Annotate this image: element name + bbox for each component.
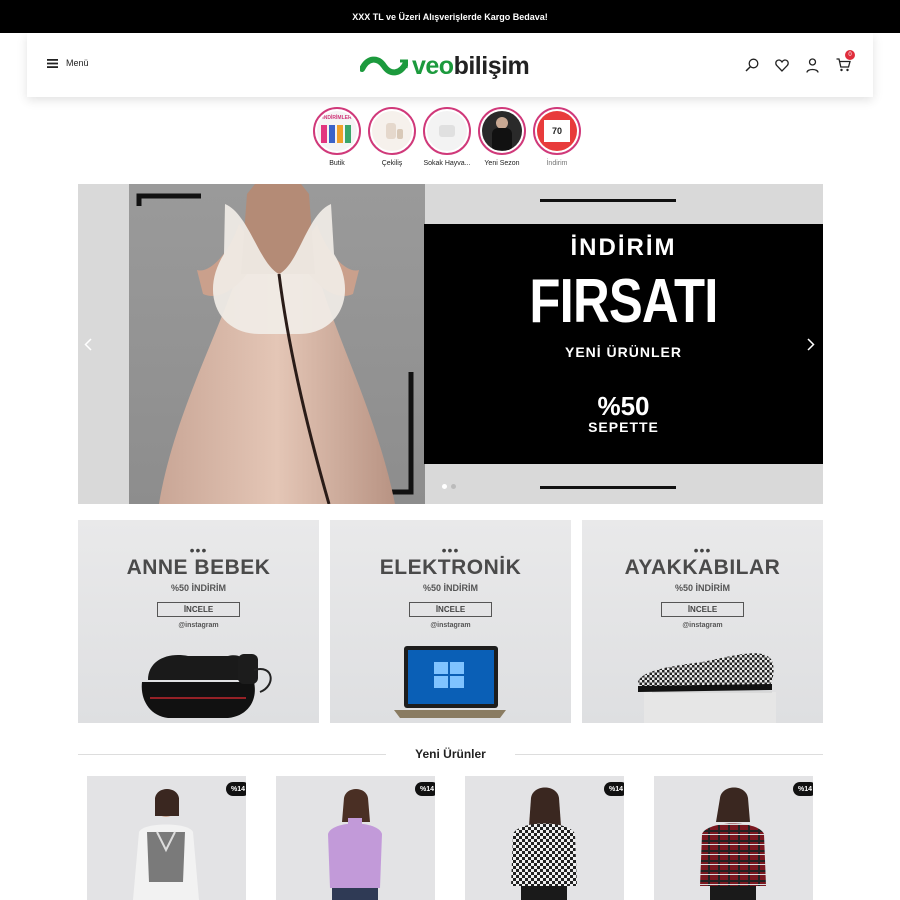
heart-icon [775,58,789,72]
laptop-image [394,646,506,718]
announcement-bar: XXX TL ve Üzeri Alışverişlerde Kargo Bed… [0,0,900,33]
slider-next-button[interactable] [803,334,819,354]
hero-line3: YENİ ÜRÜNLER [564,344,682,360]
logo-text-part1: veo [412,51,454,80]
story-sokak-hayvanlari[interactable]: Sokak Hayva... [423,107,471,171]
story-thumbnail [372,111,412,151]
hero-line5: SEPETTE [588,419,659,435]
discount-badge: %14 [414,782,435,796]
announcement-text: XXX TL ve Üzeri Alışverişlerde Kargo Bed… [352,11,548,22]
hero-line2: FIRSATI [529,267,718,336]
discount-badge: %14 [603,782,624,796]
shoe-image [638,653,776,723]
story-label: Sokak Hayva... [423,160,471,167]
story-thumbnail [427,111,467,151]
product-card[interactable]: %14 [276,776,435,900]
category-button[interactable]: İNCELE [661,602,744,617]
user-icon [805,57,819,73]
hero-line4: %50 [597,391,650,421]
category-button[interactable]: İNCELE [157,602,240,617]
category-banner-ayakkabilar[interactable]: ••• AYAKKABILAR %50 İNDİRİM İNCELE @inst… [582,520,823,723]
chevron-right-icon [807,337,815,351]
slider-dot[interactable] [451,484,456,489]
story-label: Butik [329,160,345,167]
category-title: ANNE BEBEK [126,556,271,579]
cart-icon [836,58,851,72]
story-list: İNDİRİMLER Butik Çekiliş Sokak Hayva... [313,107,588,171]
car-seat-image [141,654,272,718]
account-button[interactable] [802,55,822,75]
hero-line1: İNDİRİM [570,234,677,261]
category-title: AYAKKABILAR [624,556,781,579]
story-label: İndirim [546,160,568,167]
menu-button[interactable]: Menü [47,58,89,68]
category-subtitle: %50 İNDİRİM [170,583,226,593]
dress-illustration [136,184,414,504]
category-banner-elektronik[interactable]: ••• ELEKTRONİK %50 İNDİRİM İNCELE @insta… [330,520,571,723]
slider-prev-button[interactable] [80,334,96,354]
story-butik[interactable]: İNDİRİMLER Butik [313,107,361,171]
discount-badge: %14 [225,782,246,796]
category-handle: @instagram [430,622,471,629]
story-label: Yeni Sezon [484,160,520,167]
story-cekilis[interactable]: Çekiliş [368,107,416,171]
section-header: Yeni Ürünler [78,744,823,764]
story-thumbnail [482,111,522,151]
site-header: Menü veobilişim 0 [27,33,873,97]
story-yeni-sezon[interactable]: Yeni Sezon [478,107,526,171]
section-title: Yeni Ürünler [415,747,486,761]
product-image [511,787,577,900]
product-card[interactable]: %14 [465,776,624,900]
category-button[interactable]: İNCELE [409,602,492,617]
hero-promo-panel: İNDİRİM FIRSATI YENİ ÜRÜNLER %50 SEPETTE [424,224,823,464]
logo-mark-icon [360,56,408,76]
category-subtitle: %50 İNDİRİM [674,583,730,593]
chevron-left-icon [84,337,92,351]
cart-button[interactable]: 0 [833,50,855,75]
logo-text-part2: bilişim [453,51,530,80]
product-image [328,789,382,900]
category-handle: @instagram [682,622,723,629]
cart-count-badge: 0 [845,50,855,60]
story-thumbnail: 70 [537,111,577,151]
discount-badge: %14 [792,782,813,796]
menu-label: Menü [66,58,89,68]
hero-model-image [129,184,425,504]
slider-dot[interactable] [442,484,447,489]
favorites-button[interactable] [772,55,792,75]
story-label: Çekiliş [381,160,403,167]
site-logo[interactable]: veobilişim [360,47,578,85]
slider-dots [442,484,456,489]
category-title: ELEKTRONİK [379,556,522,579]
product-card[interactable]: %14 [654,776,813,900]
category-handle: @instagram [178,622,219,629]
product-card[interactable]: %14 [87,776,246,900]
product-image [700,787,766,900]
hamburger-icon [47,58,58,68]
category-subtitle: %50 İNDİRİM [422,583,478,593]
hero-slider[interactable]: İNDİRİM FIRSATI YENİ ÜRÜNLER %50 SEPETTE [78,184,823,504]
story-thumbnail: İNDİRİMLER [317,111,357,151]
search-button[interactable] [742,55,762,75]
product-image [133,789,199,900]
search-icon [745,58,759,72]
category-banner-anne-bebek[interactable]: ••• ANNE BEBEK %50 İNDİRİM İNCELE @insta… [78,520,319,723]
story-indirim[interactable]: 70 İndirim [533,107,581,171]
